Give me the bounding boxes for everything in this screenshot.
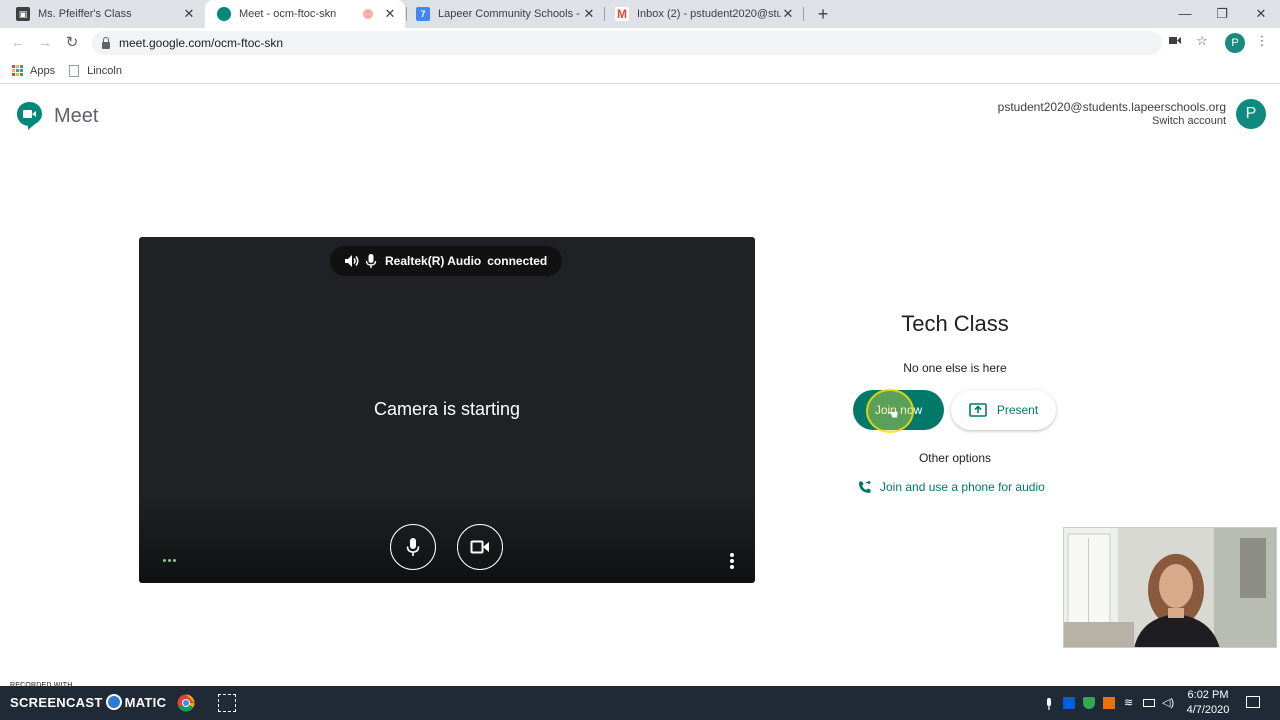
audio-level-dots-icon [163,559,176,562]
window-close-icon[interactable]: ✕ [1251,4,1271,24]
participants-status: No one else is here [903,361,1007,375]
classroom-favicon-icon: ▣ [16,7,30,21]
browser-toolbar: ← → ↻ meet.google.com/ocm-ftoc-skn ☆ ⋮ [0,28,1280,58]
account-avatar[interactable]: P [1236,99,1266,129]
bookmark-label: Lincoln [87,64,122,77]
tab-title: Lapeer Community Schools - Cal [438,8,582,20]
camera-toggle-button[interactable] [457,524,503,570]
tab-meet[interactable]: Meet - ocm-ftoc-skn ✕ [205,0,405,28]
present-label: Present [996,403,1039,417]
forward-arrow-icon[interactable]: → [35,33,55,53]
switch-account-link[interactable]: Switch account [998,114,1226,128]
battery-tray-icon[interactable] [1143,699,1155,707]
box-tray-icon[interactable] [1063,697,1075,709]
audio-status-pill: Realtek(R) Audio connected [330,246,562,276]
page-icon [69,64,80,77]
more-options-icon[interactable] [730,553,734,569]
close-icon[interactable]: ✕ [781,6,795,22]
join-now-button[interactable]: Join now [853,390,944,430]
taskbar-clock[interactable]: 6:02 PM 4/7/2020 [1182,688,1234,718]
recording-indicator-icon [363,9,373,19]
account-info: pstudent2020@students.lapeerschools.org … [998,100,1226,128]
phone-audio-label: Join and use a phone for audio [880,480,1045,494]
clock-date: 4/7/2020 [1186,704,1230,716]
office-tray-icon[interactable] [1103,697,1115,709]
meet-favicon-icon [217,7,231,21]
microphone-toggle-button[interactable] [390,524,436,570]
meet-logo-icon [16,101,43,131]
phone-forward-icon [859,480,871,493]
bookmark-lincoln[interactable]: Lincoln [69,64,122,77]
tab-title: Inbox (2) - pstudent2020@stude [637,8,781,20]
watermark-circle-icon [105,694,122,710]
minimize-icon[interactable]: — [1175,4,1195,24]
preview-gradient [139,493,755,583]
microphone-tray-icon[interactable] [1045,697,1057,710]
network-tray-icon[interactable]: ≋ [1124,697,1136,709]
presenter-video-image [1064,528,1276,647]
present-button[interactable]: Present [951,390,1056,430]
tab-ms-pfeiffers-class[interactable]: ▣ Ms. Pfeiffer's Class ✕ [4,0,204,28]
watermark-brand-left: SCREENCAST [10,694,103,710]
present-screen-icon [969,403,987,417]
tab-title: Meet - ocm-ftoc-skn [239,8,337,20]
bookmark-label: Apps [30,64,56,77]
meet-logo[interactable]: Meet [16,101,98,131]
camera-in-use-icon[interactable] [1166,33,1184,48]
video-preview: Realtek(R) Audio connected Camera is sta… [139,237,755,583]
reload-icon[interactable]: ↻ [62,33,82,53]
volume-tray-icon[interactable]: ◁) [1162,697,1174,709]
gmail-favicon-icon: M [615,7,629,21]
meet-wordmark: Meet [54,104,99,127]
microphone-icon [365,254,377,268]
video-camera-icon [470,540,489,554]
presenter-webcam-overlay [1063,527,1277,648]
other-options-heading: Other options [918,451,992,465]
clock-time: 6:02 PM [1187,689,1229,701]
audio-device-name: Realtek(R) Audio [385,254,482,268]
audio-status-text: connected [487,254,548,268]
tab-lapeer-calendar[interactable]: 7 Lapeer Community Schools - Cal ✕ [404,0,604,28]
join-now-label: Join now [874,403,923,417]
restore-icon[interactable]: ❐ [1212,4,1232,24]
account-email: pstudent2020@students.lapeerschools.org [997,100,1226,114]
meeting-title: Tech Class [901,311,1009,336]
tab-strip: ▣ Ms. Pfeiffer's Class ✕ Meet - ocm-ftoc… [0,0,1280,28]
calendar-favicon-icon: 7 [416,7,430,21]
snipping-tool-taskbar-icon[interactable] [218,694,236,712]
microphone-icon [406,538,420,556]
lock-icon [102,36,110,49]
address-url: meet.google.com/ocm-ftoc-skn [119,36,284,50]
close-icon[interactable]: ✕ [582,6,596,22]
speaker-icon [345,255,359,267]
notification-center-icon[interactable] [1246,696,1260,708]
tab-divider [803,7,804,21]
close-icon[interactable]: ✕ [182,6,196,22]
tab-gmail-inbox[interactable]: M Inbox (2) - pstudent2020@stude ✕ [603,0,803,28]
browser-profile-avatar[interactable]: P [1225,33,1245,53]
phone-audio-link[interactable]: Join and use a phone for audio [858,480,1045,494]
address-bar[interactable]: meet.google.com/ocm-ftoc-skn [92,31,1162,55]
apps-grid-icon [12,65,23,76]
bookmarks-bar: Apps Lincoln [0,58,1280,84]
bookmark-apps[interactable]: Apps [12,65,55,77]
tab-title: Ms. Pfeiffer's Class [38,8,132,20]
shield-tray-icon[interactable] [1083,697,1095,709]
close-icon[interactable]: ✕ [383,6,397,22]
windows-taskbar: SCREENCAST MATIC ≋ ◁) 6:02 PM 4/7/2020 [0,686,1280,720]
back-arrow-icon[interactable]: ← [8,33,28,53]
menu-kebab-icon[interactable]: ⋮ [1253,33,1271,49]
new-tab-plus-icon[interactable]: + [813,4,833,24]
screencast-o-matic-watermark: SCREENCAST MATIC [10,694,166,710]
chrome-taskbar-icon[interactable] [177,694,195,712]
bookmark-star-icon[interactable]: ☆ [1193,33,1211,49]
camera-status-message: Camera is starting [373,399,521,419]
watermark-brand-right: MATIC [124,694,167,710]
